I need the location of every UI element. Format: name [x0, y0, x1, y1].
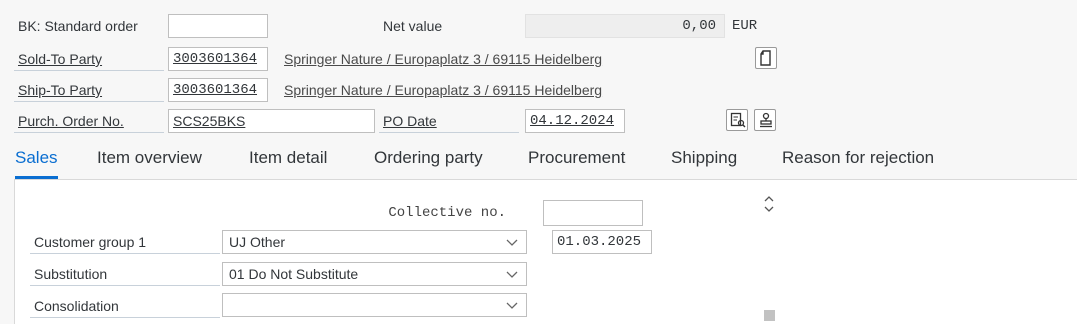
- scroll-up-icon[interactable]: [762, 194, 776, 214]
- consolidation-dropdown[interactable]: [222, 293, 527, 317]
- tab-shipping[interactable]: Shipping: [671, 141, 737, 179]
- purch-order-label[interactable]: Purch. Order No.: [14, 109, 164, 133]
- tab-procurement[interactable]: Procurement: [528, 141, 625, 179]
- tab-item-detail[interactable]: Item detail: [249, 141, 327, 179]
- order-type-label: BK: Standard order: [18, 18, 138, 34]
- net-value-field: 0,00: [525, 14, 725, 38]
- po-date-label[interactable]: PO Date: [379, 109, 519, 133]
- scrollbar-thumb[interactable]: [764, 310, 775, 321]
- customer-group-date-field[interactable]: 01.03.2025: [552, 230, 652, 254]
- document-icon[interactable]: [755, 47, 777, 69]
- order-type-field[interactable]: [168, 14, 268, 38]
- po-date-field[interactable]: 04.12.2024: [525, 109, 625, 133]
- purch-order-field[interactable]: SCS25BKS: [168, 109, 375, 133]
- chevron-down-icon: [506, 302, 518, 309]
- chevron-down-icon: [506, 239, 518, 246]
- sold-to-address-link[interactable]: Springer Nature / Europaplatz 3 / 69115 …: [284, 47, 602, 71]
- tab-ordering-party[interactable]: Ordering party: [374, 141, 483, 179]
- customer-group-value: UJ Other: [229, 234, 286, 250]
- tab-item-overview[interactable]: Item overview: [97, 141, 202, 179]
- customer-group-label: Customer group 1: [30, 230, 220, 254]
- substitution-dropdown[interactable]: 01 Do Not Substitute: [222, 262, 527, 286]
- ship-to-party-field[interactable]: 3003601364: [168, 78, 268, 102]
- tab-strip: Sales Item overview Item detail Ordering…: [0, 141, 1077, 179]
- substitution-label: Substitution: [30, 262, 220, 286]
- substitution-value: 01 Do Not Substitute: [229, 266, 359, 282]
- customer-group-dropdown[interactable]: UJ Other: [222, 230, 527, 254]
- stamp-icon[interactable]: [754, 109, 776, 131]
- collective-no-field[interactable]: [543, 200, 643, 226]
- ship-to-party-label[interactable]: Ship-To Party: [14, 78, 164, 102]
- chevron-down-icon: [506, 271, 518, 278]
- consolidation-label: Consolidation: [30, 294, 220, 318]
- sold-to-party-field[interactable]: 3003601364: [168, 47, 268, 71]
- details-icon[interactable]: [726, 109, 748, 131]
- collective-no-label: Collective no.: [388, 205, 506, 221]
- currency-label: EUR: [732, 18, 758, 34]
- sold-to-party-label[interactable]: Sold-To Party: [14, 47, 164, 71]
- tab-sales[interactable]: Sales: [15, 141, 58, 179]
- tab-reason-for-rejection[interactable]: Reason for rejection: [782, 141, 934, 179]
- ship-to-address-link[interactable]: Springer Nature / Europaplatz 3 / 69115 …: [284, 78, 602, 102]
- net-value-label: Net value: [383, 18, 443, 34]
